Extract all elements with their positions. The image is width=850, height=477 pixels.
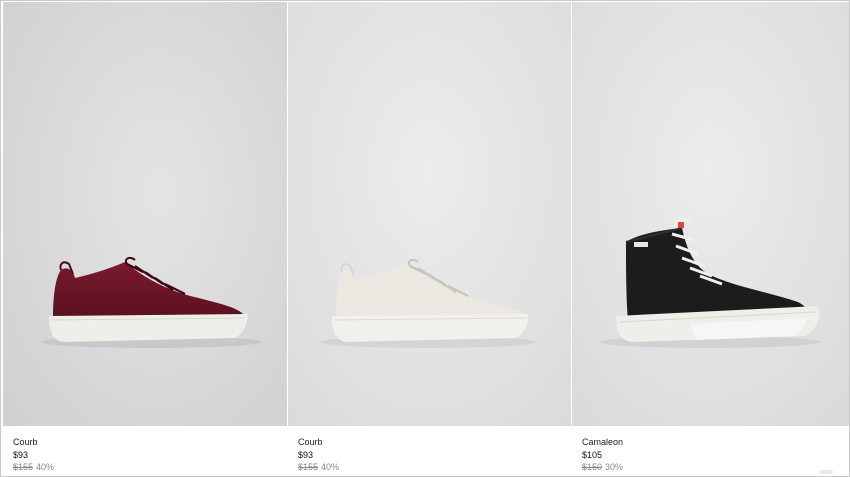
product-price: $93 — [298, 449, 314, 460]
product-card[interactable]: Camaleon $105 $150 30% — [571, 2, 849, 476]
price-original-row: $155 40% — [13, 461, 287, 474]
original-price: $150 — [582, 462, 603, 472]
product-info: Courb $93 $155 40% — [13, 436, 287, 474]
product-image-white-sneaker[interactable] — [288, 2, 571, 426]
product-name[interactable]: Courb — [298, 436, 571, 449]
original-price: $155 — [13, 462, 34, 472]
product-image-burgundy-sneaker[interactable] — [3, 2, 287, 426]
original-price: $155 — [298, 462, 319, 472]
product-name[interactable]: Courb — [13, 436, 287, 449]
product-price: $105 — [582, 449, 603, 460]
product-grid: Courb $93 $155 40% Courb $93 $155 40% Ca… — [3, 2, 849, 476]
product-price: $93 — [13, 449, 29, 460]
product-info: Courb $93 $155 40% — [298, 436, 571, 474]
scroll-indicator — [819, 470, 833, 474]
product-grid-window: Courb $93 $155 40% Courb $93 $155 40% Ca… — [0, 0, 850, 477]
product-card[interactable]: Courb $93 $155 40% — [287, 2, 571, 476]
price-original-row: $155 40% — [298, 461, 571, 474]
product-info: Camaleon $105 $150 30% — [582, 436, 849, 474]
discount-badge: 40% — [321, 462, 340, 472]
price-original-row: $150 30% — [582, 461, 849, 474]
discount-badge: 40% — [36, 462, 55, 472]
discount-badge: 30% — [605, 462, 624, 472]
product-name[interactable]: Camaleon — [582, 436, 849, 449]
product-image-black-high-top[interactable] — [572, 2, 849, 426]
product-card[interactable]: Courb $93 $155 40% — [3, 2, 287, 476]
